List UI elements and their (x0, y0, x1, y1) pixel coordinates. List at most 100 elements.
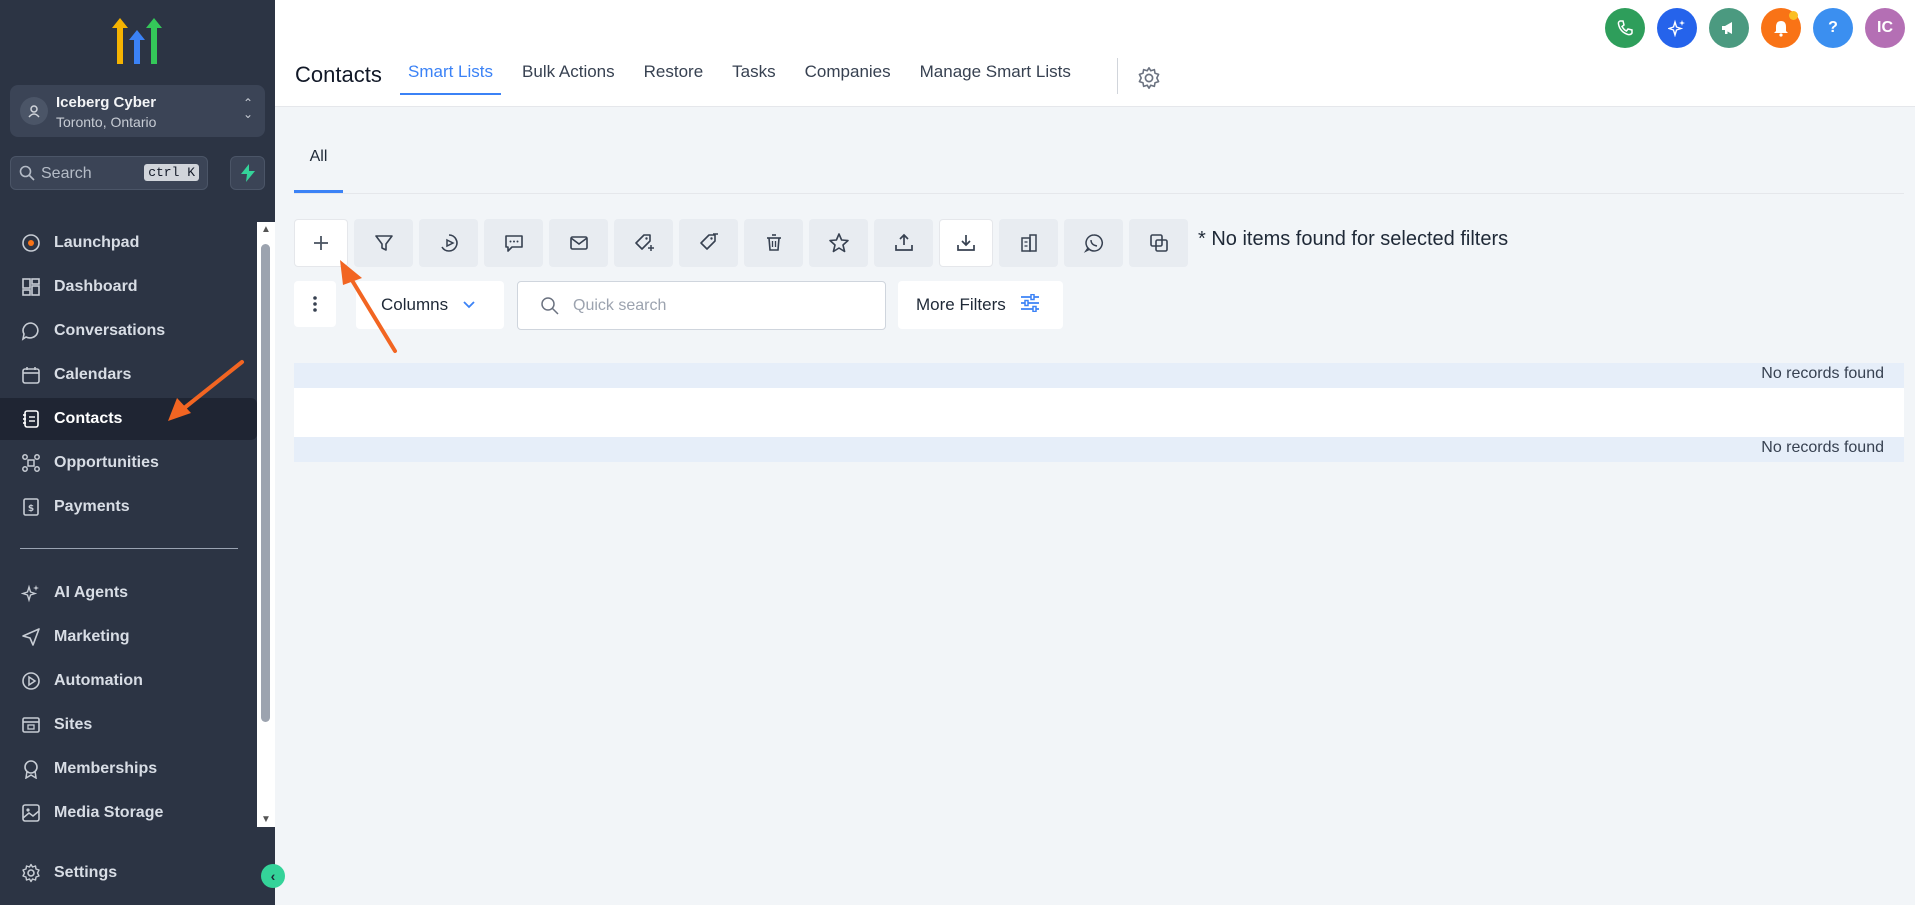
collapse-sidebar-button[interactable]: ‹ (261, 864, 285, 888)
sliders-icon (1020, 293, 1040, 317)
page-title: Contacts (295, 62, 382, 87)
user-avatar[interactable]: IC (1865, 8, 1905, 48)
remove-tag-icon (699, 233, 718, 250)
scroll-down-icon[interactable]: ▼ (261, 814, 271, 825)
send-email-button[interactable] (549, 219, 608, 267)
bulk-toolbar (294, 219, 1194, 267)
announcements-button[interactable] (1709, 8, 1749, 48)
sidebar-item-dashboard[interactable]: Dashboard (0, 266, 257, 308)
sidebar-item-opportunities[interactable]: Opportunities (0, 442, 257, 484)
phone-icon (1617, 20, 1633, 36)
settings-gear-icon[interactable] (1137, 66, 1161, 95)
export-button[interactable] (874, 219, 933, 267)
sidebar-search[interactable]: Search ctrl K (10, 156, 208, 190)
sidebar-item-contacts[interactable]: Contacts (0, 398, 257, 440)
sidebar: Iceberg Cyber Toronto, Ontario ⌃ ⌄ Search… (0, 0, 275, 905)
empty-row-bottom: No records found (294, 437, 1904, 462)
scrollbar-thumb[interactable] (261, 244, 270, 722)
add-to-workflow-button[interactable] (419, 219, 478, 267)
sidebar-item-label: Contacts (54, 410, 123, 427)
add-icon (314, 236, 328, 250)
more-filters-button[interactable]: More Filters (898, 281, 1063, 329)
delete-button[interactable] (744, 219, 803, 267)
sidebar-item-settings[interactable]: Settings (0, 852, 257, 894)
tab-tasks[interactable]: Tasks (732, 62, 775, 94)
filter-icon (374, 235, 393, 251)
sites-icon (20, 714, 42, 736)
sidebar-divider (20, 548, 238, 549)
star-icon (828, 233, 849, 253)
tab-manage-smart-lists[interactable]: Manage Smart Lists (920, 62, 1071, 94)
sidebar-item-calendars[interactable]: Calendars (0, 354, 257, 396)
sidebar-item-marketing[interactable]: Marketing (0, 616, 257, 658)
tab-all[interactable]: All (294, 148, 343, 193)
sidebar-item-ai-agents[interactable]: AI Agents (0, 572, 257, 614)
app-logo[interactable] (112, 18, 162, 64)
sidebar-item-label: Marketing (54, 628, 130, 645)
sidebar-item-label: Media Storage (54, 804, 164, 821)
export-icon (894, 233, 913, 251)
tab-separator (1117, 58, 1118, 94)
help-button[interactable]: ? (1813, 8, 1853, 48)
notifications-button[interactable] (1761, 8, 1801, 48)
megaphone-icon (1722, 22, 1732, 34)
whatsapp-button[interactable] (1064, 219, 1123, 267)
sidebar-item-label: Settings (54, 864, 118, 881)
search-placeholder: Search (41, 165, 92, 182)
send-icon (20, 626, 42, 648)
sidebar-item-media-storage[interactable]: Media Storage (0, 792, 257, 834)
header-tabs: Smart Lists Bulk Actions Restore Tasks C… (399, 62, 1100, 95)
sidebar-item-sites[interactable]: Sites (0, 704, 257, 746)
sidebar-item-label: Calendars (54, 366, 132, 383)
sidebar-item-payments[interactable]: $ Payments (0, 486, 257, 528)
more-options-button[interactable] (294, 281, 336, 327)
sidebar-item-label: Conversations (54, 322, 166, 339)
search-icon (19, 165, 35, 186)
import-icon (957, 235, 975, 251)
notification-dot (1789, 11, 1798, 20)
quick-search-placeholder: Quick search (573, 297, 667, 314)
filter-button[interactable] (354, 219, 413, 267)
bell-icon (1774, 21, 1788, 37)
sidebar-item-label: Launchpad (54, 234, 140, 251)
sms-icon (504, 235, 523, 252)
chevron-down-icon (462, 295, 476, 315)
import-button[interactable] (939, 219, 993, 267)
chevron-updown-icon: ⌃ ⌄ (242, 96, 253, 121)
review-request-button[interactable] (809, 219, 868, 267)
merge-duplicates-button[interactable] (1129, 219, 1188, 267)
remove-tag-button[interactable] (679, 219, 738, 267)
sidebar-item-automation[interactable]: Automation (0, 660, 257, 702)
send-sms-button[interactable] (484, 219, 543, 267)
tab-companies[interactable]: Companies (805, 62, 891, 94)
top-bar: Contacts Smart Lists Bulk Actions Restor… (275, 0, 1915, 107)
tab-restore[interactable]: Restore (644, 62, 704, 94)
scroll-up-icon[interactable]: ▲ (261, 224, 271, 235)
phone-button[interactable] (1605, 8, 1645, 48)
sidebar-item-memberships[interactable]: Memberships (0, 748, 257, 790)
account-switcher[interactable]: Iceberg Cyber Toronto, Ontario ⌃ ⌄ (10, 85, 265, 137)
sidebar-scrollbar[interactable]: ▲ ▼ (257, 222, 275, 827)
add-contact-button[interactable] (294, 219, 348, 267)
sidebar-item-label: Payments (54, 498, 130, 515)
contacts-table: No records found No records found (294, 363, 1904, 462)
kebab-icon (313, 296, 317, 312)
smart-list-tabs: All (294, 108, 1904, 194)
payments-icon: $ (20, 496, 42, 518)
add-tag-button[interactable] (614, 219, 673, 267)
whatsapp-icon (1083, 234, 1103, 253)
no-items-message: * No items found for selected filters (1198, 228, 1509, 250)
sidebar-item-launchpad[interactable]: Launchpad (0, 222, 257, 264)
ai-assistant-button[interactable] (1657, 8, 1697, 48)
columns-dropdown[interactable]: Columns (356, 281, 504, 329)
add-tag-icon (634, 234, 654, 251)
quick-search-input[interactable]: Quick search (517, 281, 886, 330)
sparkle-icon (20, 582, 42, 604)
tab-smart-lists[interactable]: Smart Lists (399, 62, 502, 95)
sidebar-item-conversations[interactable]: Conversations (0, 310, 257, 352)
add-to-company-button[interactable] (999, 219, 1058, 267)
image-icon (20, 802, 42, 824)
svg-text:$: $ (28, 504, 34, 514)
quick-actions-button[interactable] (230, 156, 265, 190)
tab-bulk-actions[interactable]: Bulk Actions (522, 62, 615, 94)
